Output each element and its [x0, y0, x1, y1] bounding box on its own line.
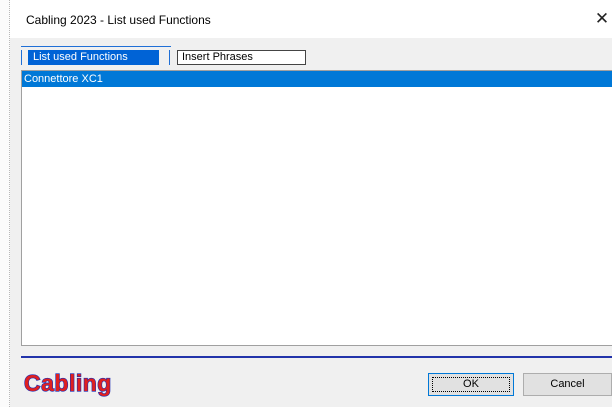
cabling-logo-graphic: Cabling: [23, 369, 112, 396]
tab-strip-line: [21, 46, 171, 47]
tab-separator: [169, 50, 170, 65]
footer-divider: [21, 356, 612, 358]
cabling-logo: Cabling: [22, 367, 122, 402]
functions-list[interactable]: Connettore XC1: [21, 70, 612, 346]
tab-insert-phrases[interactable]: Insert Phrases: [177, 50, 306, 65]
ok-button[interactable]: OK: [428, 373, 514, 396]
cancel-button[interactable]: Cancel: [523, 373, 612, 396]
logo-text: Cabling: [24, 370, 112, 396]
background-window-edge: [0, 0, 10, 407]
tab-separator: [21, 50, 22, 65]
dialog-window: Cabling 2023 - List used Functions ✕ Lis…: [10, 0, 612, 407]
list-item[interactable]: Connettore XC1: [22, 71, 612, 87]
ok-button-label: OK: [432, 377, 510, 392]
title-bar: Cabling 2023 - List used Functions ✕: [10, 0, 612, 38]
close-icon[interactable]: ✕: [592, 6, 612, 32]
tab-list-used-functions[interactable]: List used Functions: [28, 50, 159, 65]
window-title: Cabling 2023 - List used Functions: [26, 13, 211, 27]
